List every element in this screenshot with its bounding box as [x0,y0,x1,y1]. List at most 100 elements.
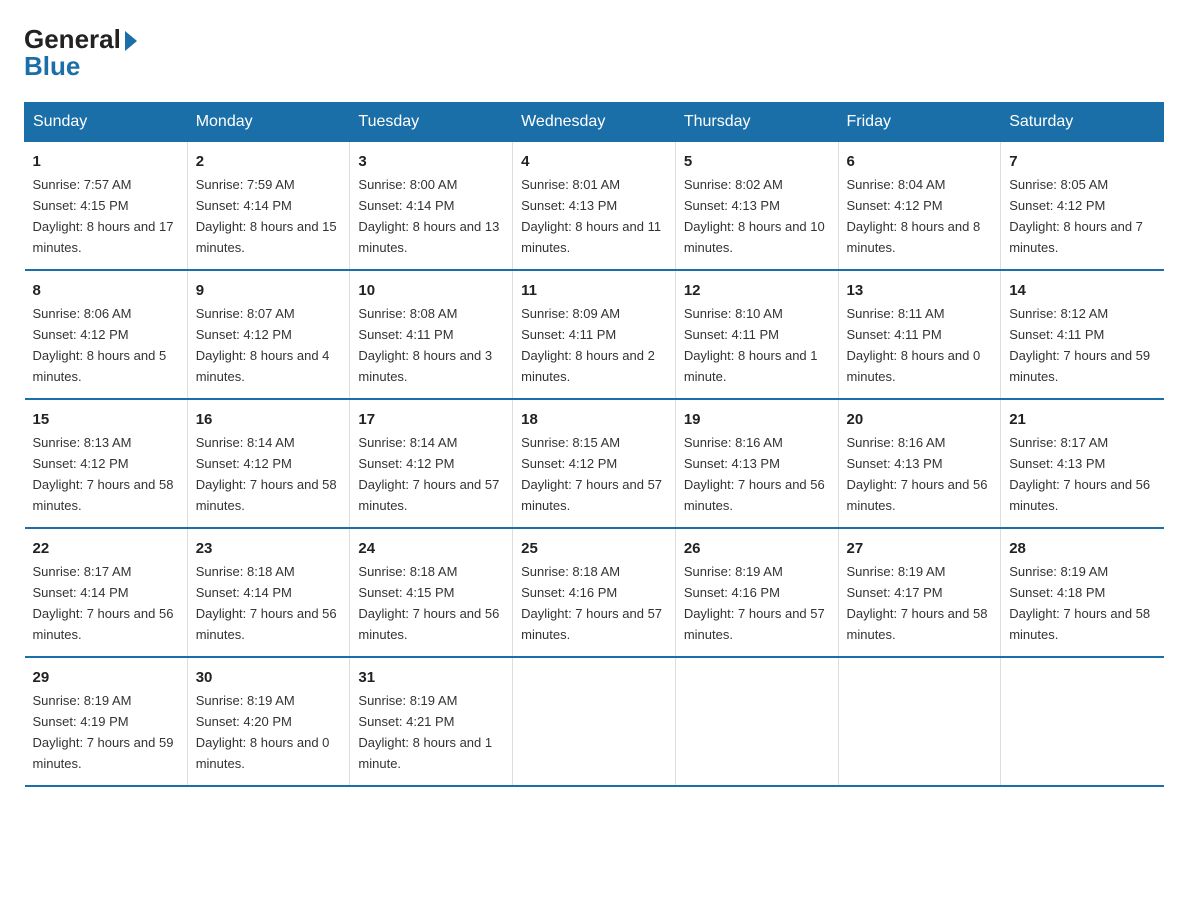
day-number: 18 [521,408,667,431]
cell-info: Sunrise: 8:19 AMSunset: 4:21 PMDaylight:… [358,693,492,771]
cell-info: Sunrise: 8:11 AMSunset: 4:11 PMDaylight:… [847,306,981,384]
cell-info: Sunrise: 8:14 AMSunset: 4:12 PMDaylight:… [358,435,499,513]
day-number: 29 [33,666,179,689]
day-number: 2 [196,150,342,173]
day-number: 22 [33,537,179,560]
day-number: 3 [358,150,504,173]
day-number: 27 [847,537,993,560]
header-monday: Monday [187,103,350,142]
calendar-cell: 5 Sunrise: 8:02 AMSunset: 4:13 PMDaylight… [675,142,838,270]
week-row-4: 22 Sunrise: 8:17 AMSunset: 4:14 PMDayligh… [25,528,1164,657]
header-saturday: Saturday [1001,103,1164,142]
logo-blue-text: Blue [24,51,80,82]
day-number: 6 [847,150,993,173]
day-number: 21 [1009,408,1155,431]
day-number: 25 [521,537,667,560]
day-number: 16 [196,408,342,431]
cell-info: Sunrise: 8:16 AMSunset: 4:13 PMDaylight:… [847,435,988,513]
cell-info: Sunrise: 8:19 AMSunset: 4:20 PMDaylight:… [196,693,330,771]
calendar-cell: 6 Sunrise: 8:04 AMSunset: 4:12 PMDaylight… [838,142,1001,270]
day-number: 4 [521,150,667,173]
header-tuesday: Tuesday [350,103,513,142]
calendar-cell: 12Sunrise: 8:10 AMSunset: 4:11 PMDayligh… [675,270,838,399]
day-number: 17 [358,408,504,431]
day-number: 13 [847,279,993,302]
calendar-cell: 10 Sunrise: 8:08 AMSunset: 4:11 PMDayligh… [350,270,513,399]
cell-info: Sunrise: 8:13 AMSunset: 4:12 PMDaylight:… [33,435,174,513]
calendar-cell: 2 Sunrise: 7:59 AMSunset: 4:14 PMDaylight… [187,142,350,270]
calendar-cell: 19 Sunrise: 8:16 AMSunset: 4:13 PMDayligh… [675,399,838,528]
logo-arrow-icon [125,31,137,51]
calendar-table: SundayMondayTuesdayWednesdayThursdayFrid… [24,102,1164,787]
calendar-cell [838,657,1001,786]
day-number: 11 [521,279,667,302]
cell-info: Sunrise: 8:07 AMSunset: 4:12 PMDaylight:… [196,306,330,384]
header-sunday: Sunday [25,103,188,142]
calendar-cell: 21 Sunrise: 8:17 AMSunset: 4:13 PMDayligh… [1001,399,1164,528]
calendar-cell: 24 Sunrise: 8:18 AMSunset: 4:15 PMDayligh… [350,528,513,657]
day-number: 8 [33,279,179,302]
calendar-cell [1001,657,1164,786]
calendar-cell: 3 Sunrise: 8:00 AMSunset: 4:14 PMDaylight… [350,142,513,270]
calendar-cell: 8 Sunrise: 8:06 AMSunset: 4:12 PMDaylight… [25,270,188,399]
cell-info: Sunrise: 8:17 AMSunset: 4:14 PMDaylight:… [33,564,174,642]
calendar-cell: 27Sunrise: 8:19 AMSunset: 4:17 PMDayligh… [838,528,1001,657]
calendar-cell: 18 Sunrise: 8:15 AMSunset: 4:12 PMDayligh… [513,399,676,528]
cell-info: Sunrise: 8:06 AMSunset: 4:12 PMDaylight:… [33,306,167,384]
day-number: 20 [847,408,993,431]
cell-info: Sunrise: 8:18 AMSunset: 4:15 PMDaylight:… [358,564,499,642]
cell-info: Sunrise: 7:57 AMSunset: 4:15 PMDaylight:… [33,177,174,255]
calendar-cell: 13 Sunrise: 8:11 AMSunset: 4:11 PMDayligh… [838,270,1001,399]
week-row-5: 29 Sunrise: 8:19 AMSunset: 4:19 PMDayligh… [25,657,1164,786]
calendar-cell: 16 Sunrise: 8:14 AMSunset: 4:12 PMDayligh… [187,399,350,528]
day-number: 12 [684,279,830,302]
header-friday: Friday [838,103,1001,142]
calendar-cell: 15 Sunrise: 8:13 AMSunset: 4:12 PMDayligh… [25,399,188,528]
calendar-cell: 29 Sunrise: 8:19 AMSunset: 4:19 PMDayligh… [25,657,188,786]
calendar-header-row: SundayMondayTuesdayWednesdayThursdayFrid… [25,103,1164,142]
cell-info: Sunrise: 8:16 AMSunset: 4:13 PMDaylight:… [684,435,825,513]
page-header: General Blue [24,24,1164,82]
day-number: 19 [684,408,830,431]
calendar-cell: 1 Sunrise: 7:57 AMSunset: 4:15 PMDaylight… [25,142,188,270]
cell-info: Sunrise: 8:15 AMSunset: 4:12 PMDaylight:… [521,435,662,513]
cell-info: Sunrise: 8:19 AMSunset: 4:18 PMDaylight:… [1009,564,1150,642]
cell-info: Sunrise: 8:02 AMSunset: 4:13 PMDaylight:… [684,177,825,255]
day-number: 30 [196,666,342,689]
calendar-cell: 4Sunrise: 8:01 AMSunset: 4:13 PMDaylight… [513,142,676,270]
cell-info: Sunrise: 8:04 AMSunset: 4:12 PMDaylight:… [847,177,981,255]
cell-info: Sunrise: 8:18 AMSunset: 4:14 PMDaylight:… [196,564,337,642]
day-number: 28 [1009,537,1155,560]
cell-info: Sunrise: 8:05 AMSunset: 4:12 PMDaylight:… [1009,177,1143,255]
calendar-cell: 31 Sunrise: 8:19 AMSunset: 4:21 PMDayligh… [350,657,513,786]
day-number: 26 [684,537,830,560]
day-number: 24 [358,537,504,560]
calendar-cell: 26 Sunrise: 8:19 AMSunset: 4:16 PMDayligh… [675,528,838,657]
day-number: 9 [196,279,342,302]
calendar-cell [513,657,676,786]
calendar-cell: 17 Sunrise: 8:14 AMSunset: 4:12 PMDayligh… [350,399,513,528]
calendar-cell: 14Sunrise: 8:12 AMSunset: 4:11 PMDayligh… [1001,270,1164,399]
cell-info: Sunrise: 8:19 AMSunset: 4:16 PMDaylight:… [684,564,825,642]
cell-info: Sunrise: 8:12 AMSunset: 4:11 PMDaylight:… [1009,306,1150,384]
calendar-cell: 25Sunrise: 8:18 AMSunset: 4:16 PMDayligh… [513,528,676,657]
week-row-1: 1 Sunrise: 7:57 AMSunset: 4:15 PMDaylight… [25,142,1164,270]
calendar-cell: 11Sunrise: 8:09 AMSunset: 4:11 PMDayligh… [513,270,676,399]
calendar-cell: 28 Sunrise: 8:19 AMSunset: 4:18 PMDayligh… [1001,528,1164,657]
logo: General Blue [24,24,137,82]
cell-info: Sunrise: 8:00 AMSunset: 4:14 PMDaylight:… [358,177,499,255]
day-number: 5 [684,150,830,173]
day-number: 1 [33,150,179,173]
day-number: 31 [358,666,504,689]
cell-info: Sunrise: 7:59 AMSunset: 4:14 PMDaylight:… [196,177,337,255]
cell-info: Sunrise: 8:17 AMSunset: 4:13 PMDaylight:… [1009,435,1150,513]
cell-info: Sunrise: 8:08 AMSunset: 4:11 PMDaylight:… [358,306,492,384]
cell-info: Sunrise: 8:14 AMSunset: 4:12 PMDaylight:… [196,435,337,513]
week-row-2: 8 Sunrise: 8:06 AMSunset: 4:12 PMDaylight… [25,270,1164,399]
week-row-3: 15 Sunrise: 8:13 AMSunset: 4:12 PMDayligh… [25,399,1164,528]
day-number: 10 [358,279,504,302]
cell-info: Sunrise: 8:19 AMSunset: 4:19 PMDaylight:… [33,693,174,771]
calendar-cell: 23Sunrise: 8:18 AMSunset: 4:14 PMDayligh… [187,528,350,657]
day-number: 15 [33,408,179,431]
calendar-cell: 7Sunrise: 8:05 AMSunset: 4:12 PMDaylight… [1001,142,1164,270]
